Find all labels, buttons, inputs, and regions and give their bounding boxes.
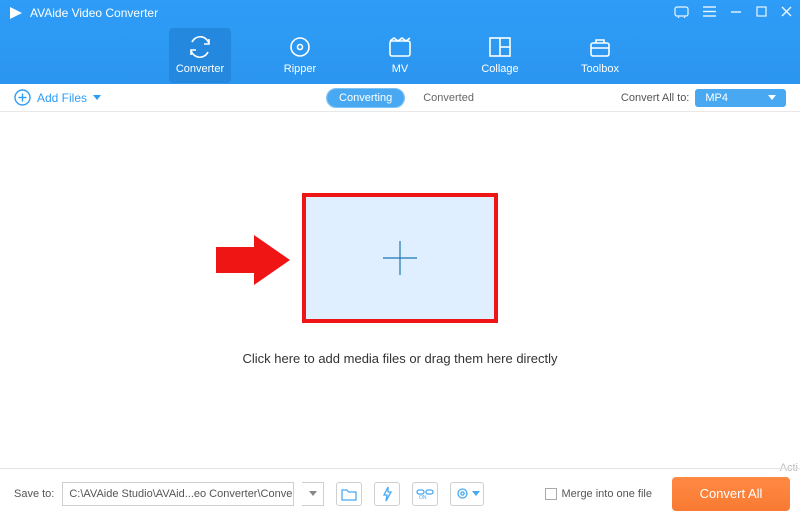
titlebar: AVAide Video Converter	[0, 0, 800, 26]
app-title: AVAide Video Converter	[30, 6, 158, 20]
chevron-down-icon	[309, 491, 317, 496]
mv-icon	[369, 34, 431, 60]
menu-icon[interactable]	[703, 6, 716, 20]
nav-label: MV	[369, 63, 431, 75]
merge-one-file-checkbox[interactable]: Merge into one file	[545, 488, 653, 500]
save-path-dropdown[interactable]	[302, 482, 324, 506]
drop-hint: Click here to add media files or drag th…	[242, 351, 557, 366]
nav-label: Converter	[169, 63, 231, 75]
save-path-field[interactable]: C:\AVAide Studio\AVAid...eo Converter\Co…	[62, 482, 294, 506]
tab-converted[interactable]: Converted	[423, 92, 474, 104]
minimize-icon[interactable]	[730, 6, 742, 21]
toolbar: Add Files Converting Converted Convert A…	[0, 84, 800, 112]
collage-icon	[469, 34, 531, 60]
converting-tab-pill: Converting	[326, 88, 405, 108]
drop-zone[interactable]	[302, 193, 498, 323]
plus-icon	[377, 235, 423, 281]
nav-converter[interactable]: Converter	[169, 28, 231, 83]
merge-label: Merge into one file	[562, 488, 653, 500]
main-area: Click here to add media files or drag th…	[0, 112, 800, 446]
footer: Save to: C:\AVAide Studio\AVAid...eo Con…	[0, 468, 800, 518]
convert-all-button[interactable]: Convert All	[672, 477, 790, 511]
checkbox-icon	[545, 488, 557, 500]
nav-toolbox[interactable]: Toolbox	[569, 28, 631, 83]
ripper-icon	[269, 34, 331, 60]
nav-label: Toolbox	[569, 63, 631, 75]
convert-all-label: Convert All to:	[621, 92, 689, 104]
chevron-down-icon	[472, 491, 480, 496]
status-tabs: Converting Converted	[326, 88, 474, 108]
main-nav: Converter Ripper MV Collage Toolbox	[0, 26, 800, 83]
highlight-arrow-icon	[216, 235, 290, 288]
settings-button[interactable]	[450, 482, 484, 506]
app-logo-icon	[8, 5, 24, 21]
drop-wrapper	[302, 193, 498, 323]
tab-converting[interactable]: Converting	[327, 89, 404, 107]
add-files-label: Add Files	[37, 91, 87, 105]
chevron-down-icon	[93, 95, 101, 100]
convert-all-group: Convert All to: MP4	[621, 89, 786, 107]
output-format-select[interactable]: MP4	[695, 89, 786, 107]
converter-icon	[169, 34, 231, 60]
chevron-down-icon	[768, 95, 776, 100]
app-header: AVAide Video Converter Converter	[0, 0, 800, 84]
nav-collage[interactable]: Collage	[469, 28, 531, 83]
add-files-button[interactable]: Add Files	[14, 89, 101, 106]
nav-label: Ripper	[269, 63, 331, 75]
high-speed-button[interactable]: ON	[412, 482, 438, 506]
maximize-icon[interactable]	[756, 6, 767, 20]
open-folder-button[interactable]	[336, 482, 362, 506]
hw-accel-button[interactable]	[374, 482, 400, 506]
save-to-label: Save to:	[14, 488, 54, 500]
nav-ripper[interactable]: Ripper	[269, 28, 331, 83]
toolbox-icon	[569, 34, 631, 60]
nav-label: Collage	[469, 63, 531, 75]
nav-mv[interactable]: MV	[369, 28, 431, 83]
format-value: MP4	[705, 92, 728, 104]
close-icon[interactable]	[781, 6, 792, 20]
window-controls	[674, 6, 792, 21]
feedback-icon[interactable]	[674, 6, 689, 21]
svg-text:ON: ON	[419, 495, 427, 501]
